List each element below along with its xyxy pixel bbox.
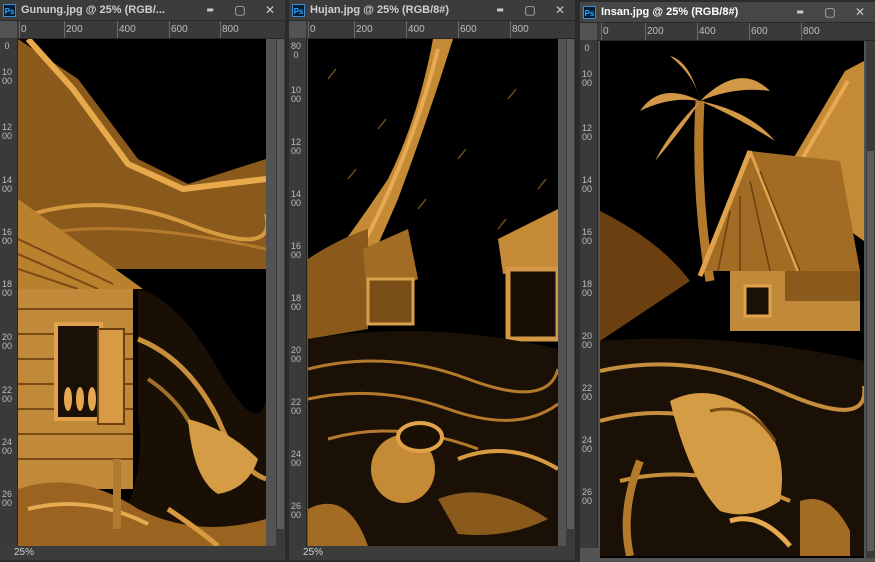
ruler-tick: 0 — [4, 41, 10, 51]
ruler-tick: 2200 — [2, 385, 13, 404]
title-bar[interactable]: Ps Insan.jpg @ 25% (RGB/8#) ▬ ▢ ✕ — [580, 2, 875, 23]
ruler-tick: 600 — [751, 26, 768, 37]
ruler-tick: 2200 — [291, 397, 302, 416]
ruler-tick: 1600 — [291, 241, 302, 260]
ruler-tick: 2000 — [582, 331, 593, 350]
ruler-tick: 2400 — [291, 449, 302, 468]
ruler-tick: 1400 — [291, 189, 302, 208]
vertical-scrollbar[interactable] — [866, 41, 875, 558]
ruler-tick: 1600 — [2, 227, 13, 246]
ruler-tick: 2400 — [582, 435, 593, 454]
scroll-thumb[interactable] — [277, 39, 284, 529]
document-window-hujan[interactable]: Ps Hujan.jpg @ 25% (RGB/8#) ▬ ▢ ✕ 0 200 … — [289, 0, 575, 560]
ruler-tick: 2000 — [2, 332, 13, 351]
image-canvas[interactable] — [308, 39, 558, 546]
artwork-rain-hut — [308, 39, 558, 546]
ruler-tick: 2400 — [2, 437, 13, 456]
ruler-tick: 0 — [603, 26, 609, 37]
title-bar[interactable]: Ps Gunung.jpg @ 25% (RGB/... ▬ ▢ ✕ — [0, 0, 285, 21]
vertical-ruler: 0 1000 1200 1400 1600 1800 2000 2200 240… — [580, 40, 598, 548]
zoom-status[interactable]: 25% — [289, 546, 575, 560]
minimize-button[interactable]: ▬ — [785, 2, 815, 22]
ruler-tick: 2600 — [2, 489, 13, 508]
ruler-tick: 200 — [647, 26, 664, 37]
document-title: Hujan.jpg @ 25% (RGB/8#) — [310, 4, 450, 16]
artwork-mountain-house — [18, 39, 266, 546]
ruler-tick: 1400 — [2, 175, 13, 194]
maximize-button[interactable]: ▢ — [815, 2, 845, 22]
ruler-tick: 1000 — [291, 85, 302, 104]
ruler-tick: 200 — [356, 24, 373, 35]
photoshop-app-icon: Ps — [3, 3, 16, 17]
vertical-scrollbar[interactable] — [276, 39, 285, 546]
horizontal-ruler: 0 200 400 600 800 — [17, 21, 285, 39]
ruler-tick: 1200 — [2, 122, 13, 141]
vertical-ruler: 0 1000 1200 1400 1600 1800 2000 2200 240… — [0, 38, 18, 546]
ruler-tick: 2600 — [582, 487, 593, 506]
vertical-ruler: 800 1000 1200 1400 1600 1800 2000 2200 2… — [289, 38, 307, 546]
ruler-tick: 400 — [119, 24, 136, 35]
ruler-tick: 400 — [408, 24, 425, 35]
ruler-tick: 800 — [222, 24, 239, 35]
minimize-button[interactable]: ▬ — [195, 0, 225, 20]
document-title: Gunung.jpg @ 25% (RGB/... — [21, 4, 165, 16]
ruler-tick: 2000 — [291, 345, 302, 364]
ruler-tick: 1200 — [582, 123, 593, 142]
ruler-tick: 1000 — [2, 67, 13, 86]
ruler-tick: 2600 — [291, 501, 302, 520]
document-window-insan[interactable]: Ps Insan.jpg @ 25% (RGB/8#) ▬ ▢ ✕ 0 200 … — [580, 2, 875, 562]
maximize-button[interactable]: ▢ — [515, 0, 545, 20]
ruler-tick: 200 — [66, 24, 83, 35]
ruler-tick: 800 — [512, 24, 529, 35]
vertical-scrollbar[interactable] — [566, 39, 575, 546]
ruler-tick: 1000 — [582, 69, 593, 88]
horizontal-ruler: 0 200 400 600 800 — [306, 21, 575, 39]
ruler-tick: 1400 — [582, 175, 593, 194]
scroll-thumb[interactable] — [867, 151, 874, 551]
photoshop-app-icon: Ps — [583, 5, 596, 19]
ruler-tick: 600 — [171, 24, 188, 35]
ruler-tick: 0 — [21, 24, 27, 35]
image-canvas[interactable] — [600, 41, 864, 558]
document-window-gunung[interactable]: Ps Gunung.jpg @ 25% (RGB/... ▬ ▢ ✕ 0 200… — [0, 0, 285, 560]
close-button[interactable]: ✕ — [545, 0, 575, 20]
ruler-tick: 600 — [460, 24, 477, 35]
photoshop-app-icon: Ps — [292, 3, 305, 17]
title-bar[interactable]: Ps Hujan.jpg @ 25% (RGB/8#) ▬ ▢ ✕ — [289, 0, 575, 21]
ruler-tick: 0 — [584, 43, 590, 53]
zoom-status[interactable]: 25% — [0, 546, 285, 560]
maximize-button[interactable]: ▢ — [225, 0, 255, 20]
ruler-tick: 2200 — [582, 383, 593, 402]
close-button[interactable]: ✕ — [255, 0, 285, 20]
ruler-tick: 1800 — [291, 293, 302, 312]
ruler-tick: 1800 — [2, 279, 13, 298]
scroll-thumb[interactable] — [567, 39, 574, 529]
ruler-tick: 1200 — [291, 137, 302, 156]
ruler-tick: 1600 — [582, 227, 593, 246]
artwork-palm-figure — [600, 41, 864, 557]
close-button[interactable]: ✕ — [845, 2, 875, 22]
ruler-tick: 800 — [803, 26, 820, 37]
minimize-button[interactable]: ▬ — [485, 0, 515, 20]
horizontal-ruler: 0 200 400 600 800 — [597, 23, 875, 41]
document-title: Insan.jpg @ 25% (RGB/8#) — [601, 6, 739, 18]
ruler-tick: 400 — [699, 26, 716, 37]
ruler-tick: 0 — [310, 24, 316, 35]
ruler-tick: 800 — [291, 41, 302, 60]
image-canvas[interactable] — [18, 39, 266, 546]
ruler-tick: 1800 — [582, 279, 593, 298]
